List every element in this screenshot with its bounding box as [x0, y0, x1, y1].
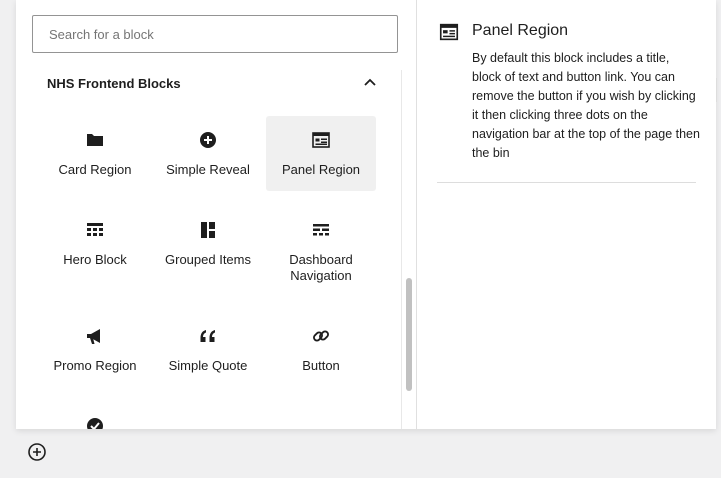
block-label: Simple Reveal [166, 162, 250, 177]
block-inserter-popover: NHS Frontend Blocks Card Region Simple R… [16, 0, 716, 429]
divider [437, 182, 696, 183]
block-label: Button [302, 358, 340, 373]
block-hero-block[interactable]: Hero Block [40, 206, 150, 296]
block-label: Dashboard Navigation [289, 252, 353, 283]
block-dashboard-navigation[interactable]: Dashboard Navigation [266, 206, 376, 296]
add-block-icon[interactable] [26, 441, 48, 463]
block-simple-reveal[interactable]: Simple Reveal [153, 116, 263, 191]
block-label: Simple Quote [168, 358, 248, 373]
group-header[interactable]: NHS Frontend Blocks [47, 70, 377, 96]
group-title: NHS Frontend Blocks [47, 76, 181, 91]
inserter-panel: NHS Frontend Blocks Card Region Simple R… [16, 0, 417, 429]
block-label: Card Region [58, 162, 132, 177]
block-button[interactable]: Button [266, 312, 376, 387]
block-label: Hero Block [63, 252, 127, 267]
block-label: Panel Region [281, 162, 361, 177]
block-list-scrollbar[interactable] [401, 70, 417, 429]
block-partial[interactable] [40, 402, 150, 429]
block-grouped-items[interactable]: Grouped Items [153, 206, 263, 296]
block-card-region[interactable]: Card Region [40, 116, 150, 191]
grid-icon [87, 223, 103, 236]
editor-backdrop [0, 0, 16, 478]
plus-circle-icon [200, 132, 216, 148]
link-icon [313, 330, 329, 342]
block-panel-region[interactable]: Panel Region [266, 116, 376, 191]
quote-icon [200, 330, 215, 342]
block-search-input[interactable] [32, 15, 398, 53]
panel-icon [439, 23, 459, 41]
block-label: Grouped Items [165, 252, 251, 267]
block-promo-region[interactable]: Promo Region [40, 312, 150, 387]
scrollbar-thumb[interactable] [406, 278, 412, 391]
block-preview-panel: Panel Region By default this block inclu… [416, 0, 716, 429]
block-list: NHS Frontend Blocks Card Region Simple R… [16, 70, 401, 429]
check-circle-icon [87, 418, 103, 429]
preview-description: By default this block includes a title, … [472, 51, 700, 160]
panel-icon [312, 132, 330, 148]
background-content-edge [716, 78, 721, 102]
preview-title: Panel Region [472, 22, 569, 39]
megaphone-icon [87, 329, 100, 344]
folder-icon [87, 134, 103, 146]
block-simple-quote[interactable]: Simple Quote [153, 312, 263, 387]
chevron-up-icon[interactable] [363, 75, 377, 89]
columns-icon [201, 222, 215, 238]
table-icon [313, 224, 329, 236]
block-label: Promo Region [53, 358, 137, 373]
